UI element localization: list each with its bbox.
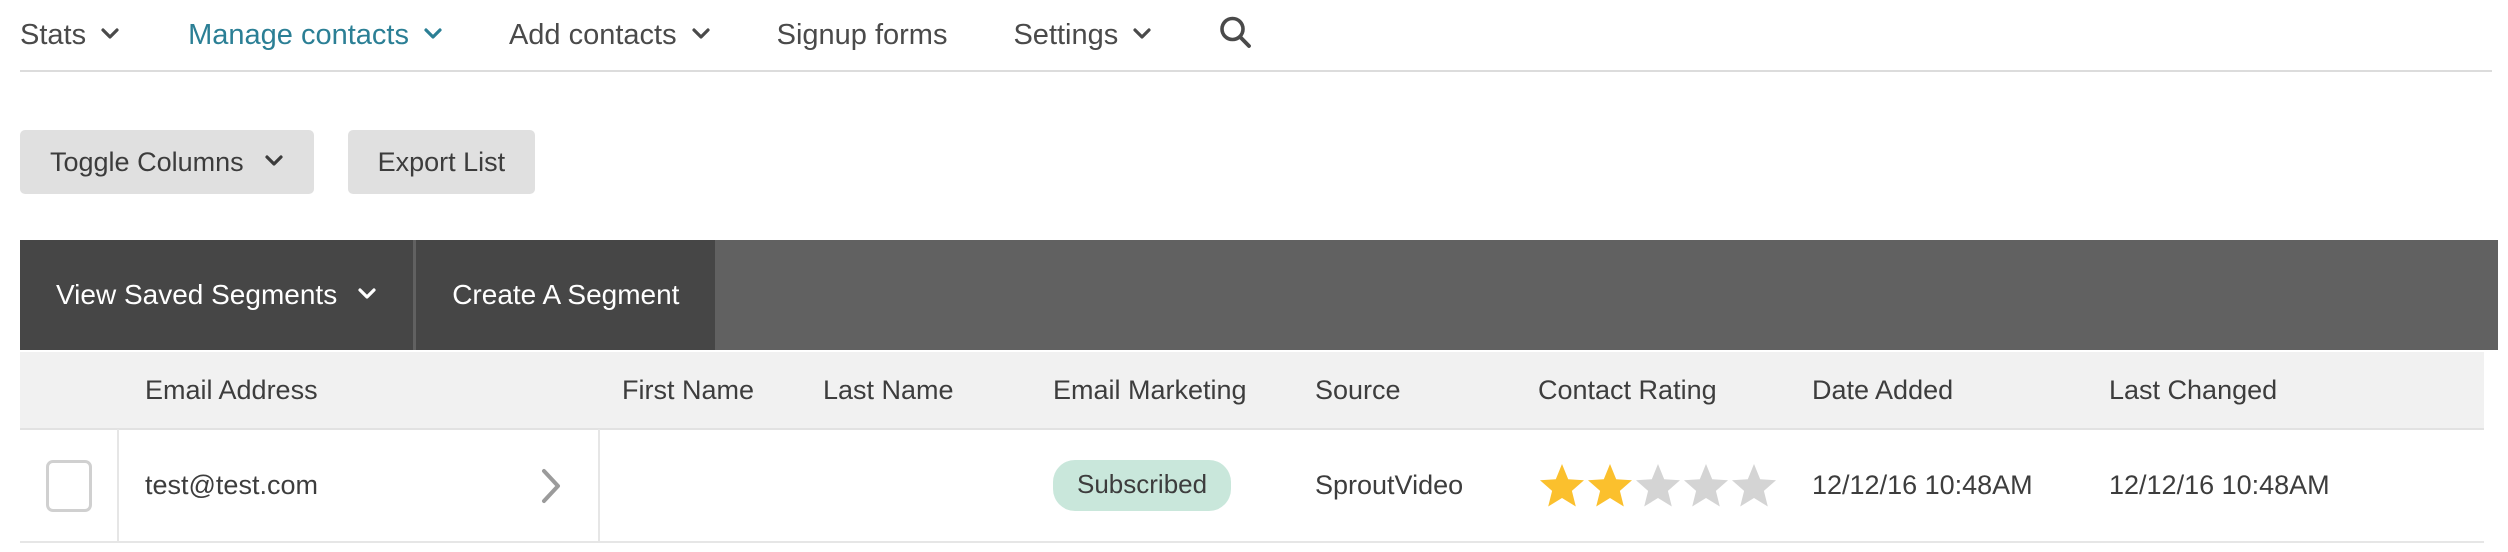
cell-date-added: 12/12/16 10:48AM bbox=[1812, 470, 2033, 500]
chevron-down-icon bbox=[357, 283, 377, 303]
chevron-down-icon bbox=[423, 23, 443, 43]
view-saved-segments-label: View Saved Segments bbox=[56, 279, 338, 310]
chevron-down-icon bbox=[100, 23, 120, 43]
search-button[interactable] bbox=[1216, 13, 1256, 58]
email-address-value: test@test.com bbox=[145, 470, 318, 500]
search-icon bbox=[1216, 13, 1256, 58]
star-empty-icon[interactable] bbox=[1730, 462, 1778, 510]
status-badge: Subscribed bbox=[1053, 460, 1232, 511]
column-header-email-marketing[interactable]: Email Marketing bbox=[1031, 375, 1307, 406]
nav-item-settings[interactable]: Settings bbox=[1013, 18, 1152, 51]
create-a-segment-button[interactable]: Create A Segment bbox=[416, 240, 716, 350]
top-navigation: Stats Manage contacts Add contacts Signu… bbox=[0, 0, 2508, 70]
toggle-columns-label: Toggle Columns bbox=[50, 146, 244, 177]
nav-item-manage-contacts-label: Manage contacts bbox=[188, 18, 409, 51]
column-header-first-name[interactable]: First Name bbox=[600, 375, 813, 406]
row-checkbox[interactable] bbox=[45, 459, 92, 512]
chevron-down-icon bbox=[1132, 23, 1152, 43]
star-empty-icon[interactable] bbox=[1682, 462, 1730, 510]
table-row: test@test.com Subscribed SproutVideo 12/… bbox=[20, 429, 2484, 543]
cell-email-marketing: Subscribed bbox=[1031, 460, 1307, 511]
star-filled-icon[interactable] bbox=[1538, 462, 1586, 510]
segment-bar: View Saved Segments Create A Segment bbox=[20, 240, 2498, 350]
table-header-row: Email Address First Name Last Name Email… bbox=[20, 352, 2484, 430]
nav-item-stats-label: Stats bbox=[20, 18, 87, 51]
cell-last-changed: 12/12/16 10:48AM bbox=[2109, 470, 2330, 500]
column-header-contact-rating[interactable]: Contact Rating bbox=[1532, 375, 1806, 406]
contacts-page: Stats Manage contacts Add contacts Signu… bbox=[0, 0, 2508, 552]
chevron-right-icon[interactable] bbox=[538, 467, 564, 505]
cell-contact-rating bbox=[1532, 462, 1806, 510]
column-header-source[interactable]: Source bbox=[1307, 375, 1532, 406]
contacts-table: Email Address First Name Last Name Email… bbox=[20, 352, 2484, 543]
nav-item-signup-forms-label: Signup forms bbox=[776, 18, 948, 51]
nav-item-stats[interactable]: Stats bbox=[20, 18, 120, 51]
view-saved-segments-button[interactable]: View Saved Segments bbox=[20, 240, 414, 350]
chevron-down-icon bbox=[691, 23, 711, 43]
nav-item-add-contacts-label: Add contacts bbox=[508, 18, 677, 51]
export-list-button[interactable]: Export List bbox=[347, 130, 536, 194]
star-empty-icon[interactable] bbox=[1634, 462, 1682, 510]
column-header-date-added[interactable]: Date Added bbox=[1806, 375, 2101, 406]
table-toolbar: Toggle Columns Export List bbox=[20, 130, 536, 194]
nav-item-signup-forms[interactable]: Signup forms bbox=[776, 18, 948, 51]
column-header-last-changed[interactable]: Last Changed bbox=[2101, 375, 2484, 406]
star-filled-icon[interactable] bbox=[1586, 462, 1634, 510]
create-a-segment-label: Create A Segment bbox=[452, 279, 680, 310]
nav-divider bbox=[20, 70, 2492, 72]
nav-item-settings-label: Settings bbox=[1013, 18, 1119, 51]
column-header-email-address[interactable]: Email Address bbox=[119, 375, 600, 406]
column-header-last-name[interactable]: Last Name bbox=[813, 375, 1031, 406]
nav-item-manage-contacts[interactable]: Manage contacts bbox=[188, 18, 443, 51]
chevron-down-icon bbox=[264, 150, 284, 170]
nav-item-add-contacts[interactable]: Add contacts bbox=[508, 18, 711, 51]
toggle-columns-button[interactable]: Toggle Columns bbox=[20, 130, 314, 194]
row-select-cell bbox=[20, 429, 119, 542]
export-list-label: Export List bbox=[377, 146, 506, 177]
cell-source: SproutVideo bbox=[1315, 470, 1464, 500]
cell-email-address[interactable]: test@test.com bbox=[119, 429, 600, 542]
contact-rating-stars[interactable] bbox=[1538, 462, 1806, 510]
